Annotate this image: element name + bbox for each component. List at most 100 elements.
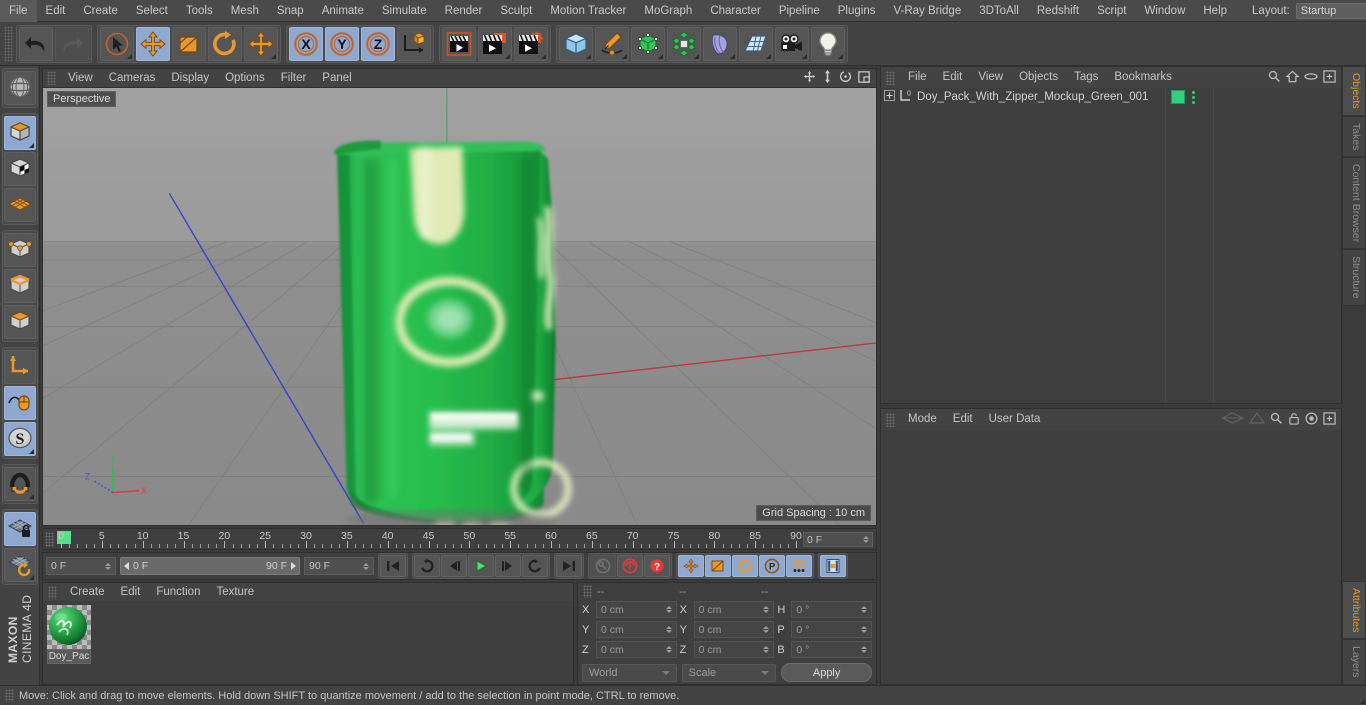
undo-button[interactable] (19, 26, 53, 61)
menu-simulate[interactable]: Simulate (373, 0, 436, 22)
world-object-axis-button[interactable] (397, 26, 431, 61)
add-generator-button[interactable] (631, 26, 665, 61)
viewport-menu-display[interactable]: Display (163, 69, 217, 88)
coordinate-system-select[interactable]: World (582, 663, 677, 682)
search-icon[interactable] (1268, 70, 1281, 86)
side-tab-content-browser[interactable]: Content Browser (1342, 157, 1366, 250)
home-icon[interactable] (1285, 70, 1300, 86)
timeline-grip[interactable] (45, 532, 54, 547)
tag-overflow-dots-icon[interactable] (1192, 90, 1195, 104)
lock-workplane-button[interactable] (3, 512, 36, 546)
hierarchy-left-icon[interactable] (1221, 412, 1245, 427)
material-preview[interactable] (47, 605, 91, 649)
menu-help[interactable]: Help (1194, 0, 1236, 22)
current-frame-field[interactable]: 0 F (803, 532, 873, 547)
menu-snap[interactable]: Snap (268, 0, 313, 22)
polygons-mode-button[interactable] (3, 305, 36, 339)
material-menu-grip[interactable] (48, 585, 57, 599)
attribute-manager-menu-edit[interactable]: Edit (945, 409, 981, 430)
coordinates-grip[interactable] (583, 585, 592, 598)
range-right-arrow-icon[interactable] (291, 562, 296, 570)
make-editable-button[interactable] (3, 71, 36, 105)
add-spline-button[interactable] (595, 26, 629, 61)
menu-select[interactable]: Select (127, 0, 177, 22)
menu-mograph[interactable]: MoGraph (635, 0, 701, 22)
pan-icon[interactable] (803, 70, 816, 86)
spinner-icon[interactable] (861, 606, 868, 613)
menu-3dtoall[interactable]: 3DToAll (970, 0, 1028, 22)
rotate-button[interactable] (208, 26, 242, 61)
apply-button[interactable]: Apply (781, 663, 872, 682)
add-cube-primitive-button[interactable] (559, 26, 593, 61)
spinner-icon[interactable] (105, 562, 111, 570)
object-manager-menu-tags[interactable]: Tags (1066, 67, 1106, 88)
layout-select[interactable]: Startup (1295, 2, 1366, 19)
timeline-track[interactable]: 0 5 10 15 20 25 30 35 40 45 50 55 60 65 70 75 80 85 90 (57, 529, 802, 549)
enable-snap-button[interactable]: S (3, 422, 36, 456)
model-mode-button[interactable] (3, 116, 36, 150)
viewport-solo-mode-button[interactable] (3, 386, 36, 420)
spinner-icon[interactable] (861, 626, 868, 633)
move-button[interactable] (136, 26, 170, 61)
viewport-3d[interactable]: Y X Z Perspective Grid Spacing : 10 cm (42, 87, 877, 526)
menu-file[interactable]: File (0, 0, 37, 22)
object-manager-menu-edit[interactable]: Edit (935, 67, 971, 88)
menu-create[interactable]: Create (74, 0, 127, 22)
dolly-icon[interactable] (822, 70, 833, 86)
target-icon[interactable] (1305, 412, 1318, 428)
toolbar-grip[interactable] (4, 25, 13, 62)
scale-key-button[interactable] (705, 555, 731, 577)
add-floor-environment-button[interactable] (739, 26, 773, 61)
orbit-icon[interactable] (839, 70, 852, 86)
status-bar-grip[interactable] (5, 689, 14, 702)
spinner-icon[interactable] (665, 646, 672, 653)
point-level-animation-key-button[interactable] (786, 555, 812, 577)
menu-window[interactable]: Window (1135, 0, 1194, 22)
object-manager-grip[interactable] (886, 70, 895, 85)
range-left-arrow-icon[interactable] (124, 562, 129, 570)
workplane-rotate-button[interactable] (3, 548, 36, 582)
side-tab-takes[interactable]: Takes (1342, 115, 1366, 158)
material-menu-create[interactable]: Create (62, 583, 113, 601)
object-tree-empty-area[interactable] (1214, 88, 1341, 403)
coordinate-mode-select[interactable]: Scale (681, 663, 777, 682)
spinner-icon[interactable] (861, 646, 868, 653)
size-x-input[interactable]: 0 cm (693, 601, 775, 618)
add-icon[interactable] (1323, 411, 1336, 428)
render-view-button[interactable] (442, 26, 476, 61)
rotation-p-input[interactable]: 0 ° (791, 621, 873, 638)
size-y-input[interactable]: 0 cm (693, 621, 775, 638)
step-back-button[interactable] (441, 555, 467, 577)
texture-mode-button[interactable] (3, 152, 36, 186)
spinner-icon[interactable] (665, 606, 672, 613)
lock-x-button[interactable]: X (289, 26, 323, 61)
object-tree[interactable]: 0 Doy_Pack_With_Zipper_Mockup_Green_001 (881, 88, 1341, 403)
spinner-icon[interactable] (763, 646, 770, 653)
side-tab-structure[interactable]: Structure (1342, 249, 1366, 306)
attribute-manager-menu-mode[interactable]: Mode (900, 409, 945, 430)
rotation-key-button[interactable] (732, 555, 758, 577)
attribute-manager-menu-user-data[interactable]: User Data (981, 409, 1049, 430)
menu-sculpt[interactable]: Sculpt (491, 0, 541, 22)
object-axis-mode-button[interactable] (3, 350, 36, 384)
magnet-tool-button[interactable] (3, 467, 36, 501)
object-manager-menu-bookmarks[interactable]: Bookmarks (1106, 67, 1180, 88)
select-button[interactable] (100, 26, 134, 61)
object-manager-menu-objects[interactable]: Objects (1011, 67, 1066, 88)
menu-plugins[interactable]: Plugins (829, 0, 885, 22)
timeline-filmstrip-button[interactable] (820, 555, 1365, 704)
object-manager-menu-file[interactable]: File (900, 67, 935, 88)
autokeying-button[interactable] (617, 555, 643, 577)
material-list[interactable]: Doy_Pac (43, 601, 573, 684)
timeline-ruler[interactable]: 0 5 10 15 20 25 30 35 40 45 50 55 60 65 70 75 80 85 90 0 F (42, 528, 877, 550)
size-z-input[interactable]: 0 cm (693, 641, 775, 658)
object-manager-menu-view[interactable]: View (970, 67, 1011, 88)
side-tab-attributes[interactable]: Attributes (1342, 581, 1366, 640)
preview-range-slider[interactable]: 0 F 90 F (120, 557, 300, 575)
hierarchy-right-icon[interactable] (1248, 411, 1266, 427)
lock-y-button[interactable]: Y (325, 26, 359, 61)
loop-forward-button[interactable] (522, 555, 548, 577)
spinner-icon[interactable] (363, 562, 369, 570)
go-to-end-button[interactable] (556, 555, 582, 577)
spinner-icon[interactable] (763, 626, 770, 633)
